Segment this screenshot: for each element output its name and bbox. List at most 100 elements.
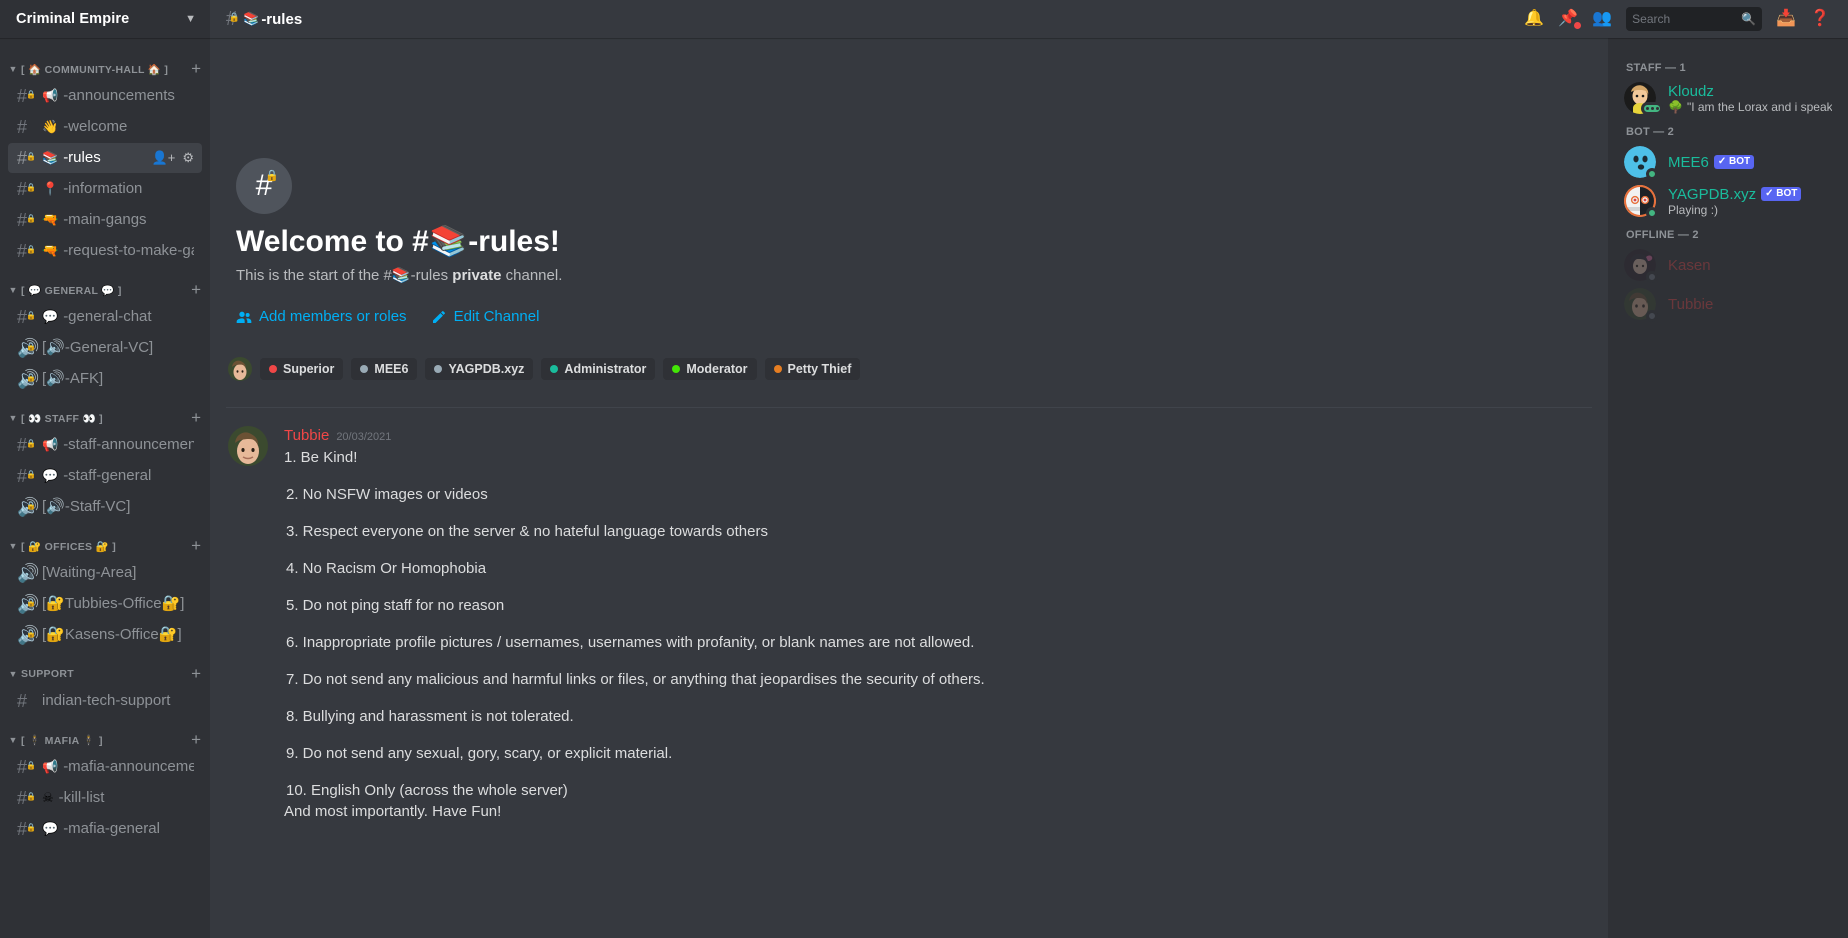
hero-sub-prefix: This is the start of the # <box>236 267 392 284</box>
channel-label: [🔊-AFK] <box>42 370 104 387</box>
sidebar-channel-rules[interactable]: # 🔒 📚 -rules 👤+ ⚙ <box>8 143 202 173</box>
member-substatus: Playing :) <box>1668 203 1832 217</box>
inbox-icon[interactable]: 📥 <box>1776 11 1796 27</box>
message-author[interactable]: Tubbie <box>284 426 329 446</box>
plus-icon[interactable]: + <box>191 281 201 298</box>
sidebar-channel-main-gangs[interactable]: # 🔒 🔫 -main-gangs <box>8 205 202 235</box>
pencil-icon <box>432 310 445 323</box>
category-header[interactable]: ▼ SUPPORT + <box>0 651 210 685</box>
chevron-down-icon[interactable]: ▼ <box>7 541 19 551</box>
channel-list[interactable]: ▼[ 🏠 COMMUNITY-HALL 🏠 ] + # 🔒 📢 -announcement… <box>0 38 210 938</box>
member-name: MEE6 <box>1668 153 1709 171</box>
chevron-down-icon[interactable]: ▼ <box>7 64 19 74</box>
channel-label: -welcome <box>63 118 128 135</box>
role-label: YAGPDB.xyz <box>448 362 525 376</box>
rule-line: 7. Do not send any malicious and harmful… <box>286 671 985 688</box>
sidebar-channel-mafia-general[interactable]: # 🔒 💬 -mafia-general <box>8 814 202 844</box>
bell-icon[interactable]: 🔔 <box>1524 11 1544 27</box>
server-header[interactable]: Criminal Empire ▼ <box>0 0 210 38</box>
pin-icon[interactable]: 📌 <box>1558 11 1582 29</box>
role-pill[interactable]: Moderator <box>663 358 757 380</box>
add-member-icon[interactable]: 👤+ <box>152 150 176 166</box>
sidebar-channel-staff-general[interactable]: # 🔒 💬 -staff-general <box>8 461 202 491</box>
add-members-or-roles-link[interactable]: Add members or roles <box>236 308 407 325</box>
role-pill[interactable]: MEE6 <box>351 358 418 380</box>
chevron-down-icon[interactable]: ▼ <box>7 669 19 679</box>
channel-label: [🔐Tubbies-Office🔐] <box>42 595 185 612</box>
plus-icon[interactable]: + <box>191 60 201 77</box>
role-pill[interactable]: Administrator <box>541 358 656 380</box>
sidebar-channel-staff-vc[interactable]: 🔊 🔒 [🔊-Staff-VC] <box>8 492 202 522</box>
category-header[interactable]: ▼[ 🔐 OFFICES 🔐 ] + <box>0 523 210 557</box>
member-list-item[interactable]: MEE6 ✓ BOT <box>1616 143 1840 181</box>
member-list-item[interactable]: Kasen <box>1616 246 1840 284</box>
sidebar-channel-tubbies-office[interactable]: 🔊 🔒 [🔐Tubbies-Office🔐] <box>8 589 202 619</box>
sidebar-channel-mafia-announcements[interactable]: #🔒 📢-mafia-announcements <box>8 752 202 782</box>
role-pill[interactable]: Superior <box>260 358 344 380</box>
channel-label: [Waiting-Area] <box>42 564 137 581</box>
category-header[interactable]: ▼[ 🏠 COMMUNITY-HALL 🏠 ] + <box>0 46 210 80</box>
lock-icon: 🔒 <box>26 628 36 638</box>
plus-icon[interactable]: + <box>191 409 201 426</box>
plus-icon[interactable]: + <box>191 731 201 748</box>
plus-icon[interactable]: + <box>191 665 201 682</box>
channel-emoji: 📢 <box>42 436 59 452</box>
message-timestamp: 20/03/2021 <box>336 431 392 443</box>
member-substatus: 🌳 "I am the Lorax and i speak... <box>1668 100 1832 114</box>
role-pill[interactable]: Petty Thief <box>764 358 861 380</box>
hero-sub-bold: private <box>452 267 502 284</box>
sidebar-channel-request-to-make-gang[interactable]: #🔒 🔫-request-to-make-gang <box>8 236 202 266</box>
message: Tubbie 20/03/2021 1. Be Kind! 2. No NSFW … <box>226 408 1608 822</box>
gear-icon[interactable]: ⚙ <box>182 150 194 166</box>
member-list-item[interactable]: Kloudz 🌳 "I am the Lorax and i speak... <box>1616 79 1840 117</box>
chevron-down-icon[interactable]: ▼ <box>7 735 19 745</box>
channel-emoji: 📚 <box>243 11 260 26</box>
lock-icon: 🔒 <box>26 89 36 99</box>
lock-icon: 🔒 <box>26 244 36 254</box>
typing-indicator <box>1641 102 1663 115</box>
avatar[interactable] <box>228 357 252 381</box>
member-list-item[interactable]: YAGPDB.xyz ✓ BOT Playing :) <box>1616 182 1840 220</box>
role-color-dot <box>672 365 681 373</box>
channel-label: -mafia-general <box>63 820 160 837</box>
sidebar-channel-kasens-office[interactable]: 🔊 🔒 [🔐Kasens-Office🔐] <box>8 620 202 650</box>
chevron-down-icon[interactable]: ▼ <box>7 285 19 295</box>
edit-channel-link[interactable]: Edit Channel <box>431 308 539 325</box>
sidebar-channel-staff-announcements[interactable]: # 🔒 📢 -staff-announcements <box>8 430 202 460</box>
role-pill[interactable]: YAGPDB.xyz <box>425 358 534 380</box>
help-icon[interactable]: ❓ <box>1810 11 1830 27</box>
member-list-item[interactable]: Tubbie <box>1616 285 1840 323</box>
category-label: [ 💬 GENERAL 💬 ] <box>21 284 122 297</box>
category-header[interactable]: ▼[ 👀 STAFF 👀 ] + <box>0 395 210 429</box>
sidebar-channel-indian-tech-support[interactable]: # indian-tech-support <box>8 686 202 716</box>
sidebar-channel-kill-list[interactable]: # 🔒 ☠ -kill-list <box>8 783 202 813</box>
chevron-down-icon[interactable]: ▼ <box>7 413 19 423</box>
avatar[interactable] <box>228 426 268 466</box>
lock-icon: 🔒 <box>26 151 36 161</box>
sidebar-channel-announcements[interactable]: # 🔒 📢 -announcements <box>8 81 202 111</box>
channel-hover-actions: 👤+ ⚙ <box>152 150 194 166</box>
sidebar-channel-afk[interactable]: 🔊 🔒 [🔊-AFK] <box>8 364 202 394</box>
chevron-down-icon[interactable]: ▼ <box>185 13 196 25</box>
category-header[interactable]: ▼[ 🕴 MAFIA 🕴 ] + <box>0 717 210 751</box>
lock-icon: 🔒 <box>26 791 36 801</box>
plus-icon[interactable]: + <box>191 537 201 554</box>
speaker-icon: 🔊 🔒 <box>17 593 40 614</box>
message-scroller[interactable]: # 🔒 Welcome to # 📚 -rules! This is the star… <box>210 38 1608 938</box>
members-icon[interactable]: 👥 <box>1592 11 1612 27</box>
search-input[interactable] <box>1632 12 1742 26</box>
channel-emoji: 🔫 <box>42 211 59 227</box>
sidebar-channel-waiting-area[interactable]: 🔊 [Waiting-Area] <box>8 558 202 588</box>
sidebar-channel-general-chat[interactable]: # 🔒 💬 -general-chat <box>8 302 202 332</box>
sidebar-channel-information[interactable]: # 🔒 📍 -information <box>8 174 202 204</box>
category-header[interactable]: ▼[ 💬 GENERAL 💬 ] + <box>0 267 210 301</box>
search-box[interactable]: 🔍 <box>1626 7 1763 31</box>
sidebar-channel-welcome[interactable]: # 👋 -welcome <box>8 112 202 142</box>
status-indicator <box>1646 271 1658 283</box>
category-label: [ 👀 STAFF 👀 ] <box>21 412 103 425</box>
role-color-dot <box>434 365 443 373</box>
member-list[interactable]: STAFF — 1 Kloudz 🌳 "I am the Lorax and i sp… <box>1608 38 1848 938</box>
channel-label: -rules <box>63 149 101 166</box>
role-label: Petty Thief <box>787 362 852 376</box>
sidebar-channel-general-vc[interactable]: 🔊 🔒 [🔊-General-VC] <box>8 333 202 363</box>
